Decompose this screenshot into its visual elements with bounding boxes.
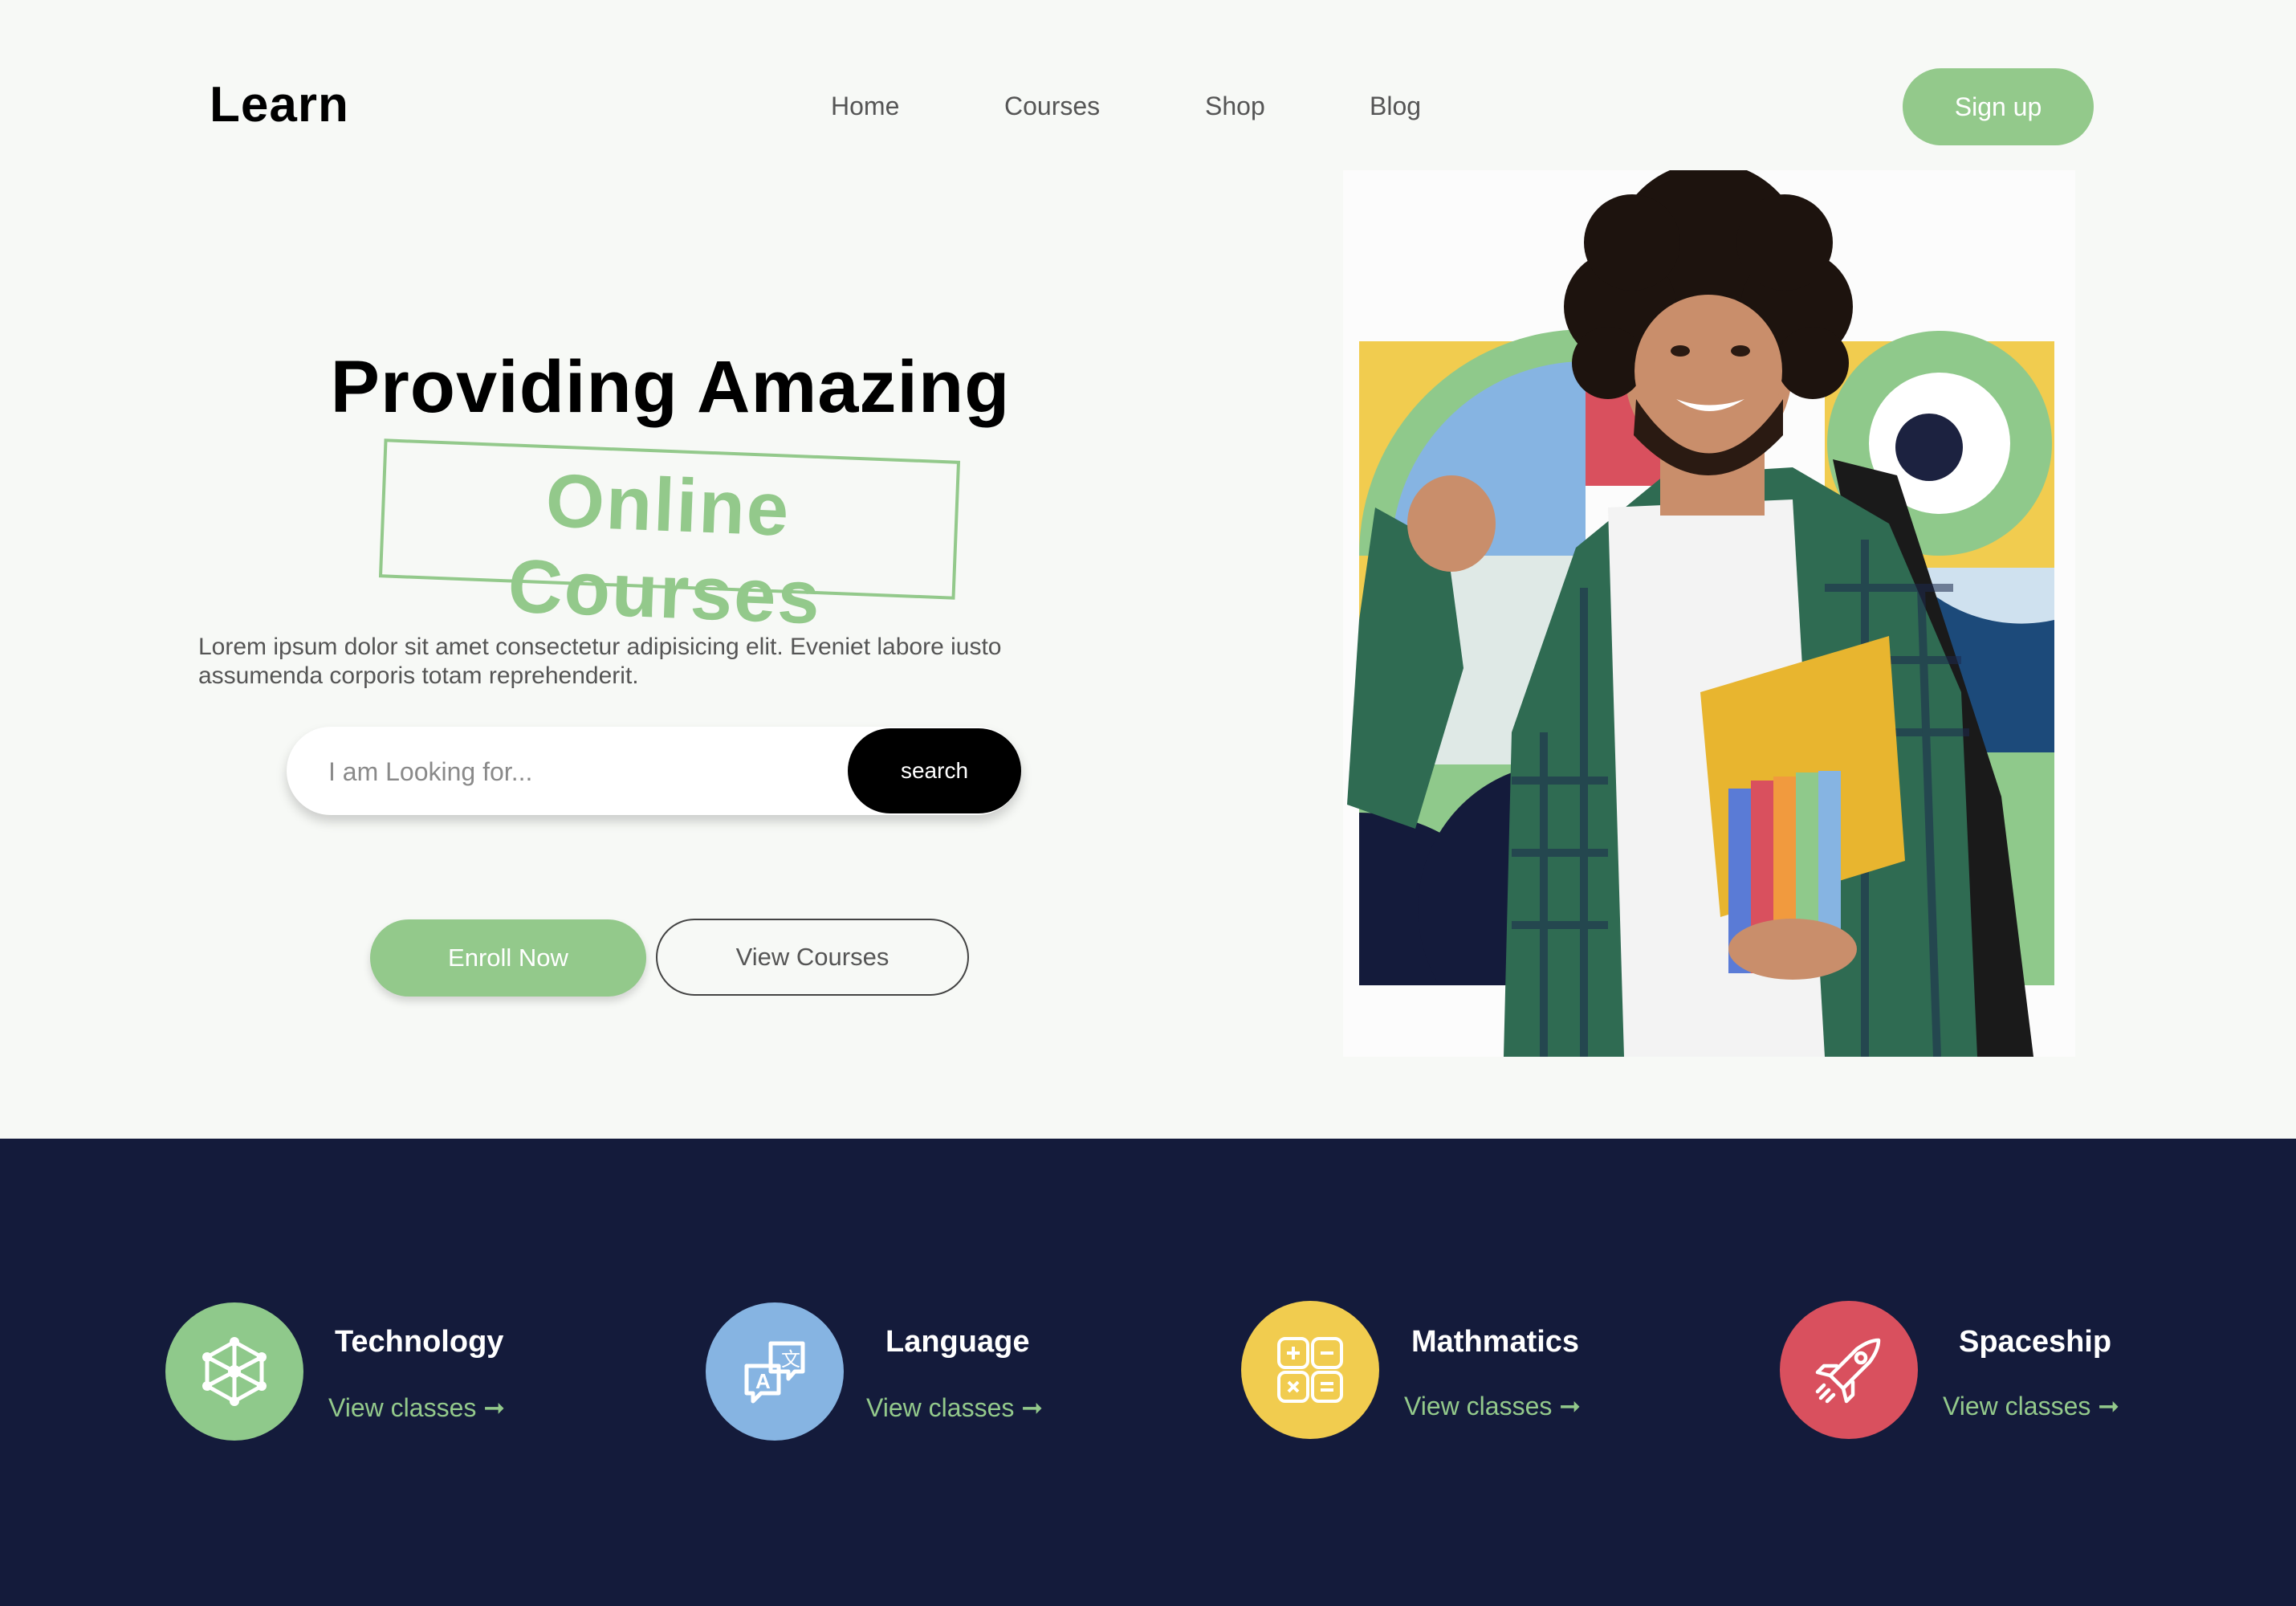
view-classes-link-technology[interactable]: View classes ➞ [328, 1392, 505, 1423]
translate-icon: 文 A [744, 1341, 805, 1404]
calculator-icon [1277, 1337, 1343, 1403]
categories-section [0, 1139, 2296, 1606]
nav-shop[interactable]: Shop [1205, 92, 1265, 121]
site-logo[interactable]: Learn [210, 76, 349, 133]
enroll-now-button[interactable]: Enroll Now [370, 919, 646, 997]
category-title-language: Language [885, 1325, 1030, 1359]
category-title-technology: Technology [335, 1325, 504, 1359]
view-classes-link-spaceship[interactable]: View classes ➞ [1943, 1391, 2119, 1421]
view-classes-link-math[interactable]: View classes ➞ [1404, 1391, 1581, 1421]
hero-description: Lorem ipsum dolor sit amet consectetur a… [198, 633, 1073, 691]
hero-headline: Providing Amazing [330, 346, 1011, 428]
math-icon-circle[interactable] [1241, 1301, 1379, 1439]
nav-courses[interactable]: Courses [1004, 92, 1100, 121]
molecule-icon [202, 1337, 267, 1406]
view-courses-button[interactable]: View Courses [656, 919, 969, 996]
search-bar: search [287, 727, 1021, 817]
signup-button[interactable]: Sign up [1903, 68, 2094, 145]
nav-blog[interactable]: Blog [1370, 92, 1421, 121]
category-title-spaceship: Spaceship [1959, 1325, 2112, 1359]
spaceship-icon-circle[interactable] [1780, 1301, 1918, 1439]
description-line: assumenda corporis totam reprehenderit. [198, 662, 639, 689]
technology-icon-circle[interactable] [165, 1302, 303, 1441]
svg-text:文: 文 [781, 1349, 800, 1371]
hero-highlight: Online Courses [506, 458, 823, 640]
view-classes-link-language[interactable]: View classes ➞ [866, 1392, 1043, 1423]
search-input[interactable] [327, 727, 780, 817]
hero-image [1343, 170, 2075, 1057]
description-line: Lorem ipsum dolor sit amet consectetur a… [198, 634, 1002, 660]
language-icon-circle[interactable]: 文 A [706, 1302, 844, 1441]
search-button[interactable]: search [848, 728, 1021, 813]
student-illustration [1347, 170, 2054, 1057]
category-title-math: Mathmatics [1411, 1325, 1580, 1359]
nav-home[interactable]: Home [831, 92, 899, 121]
svg-text:A: A [755, 1369, 771, 1393]
rocket-icon [1815, 1338, 1881, 1404]
